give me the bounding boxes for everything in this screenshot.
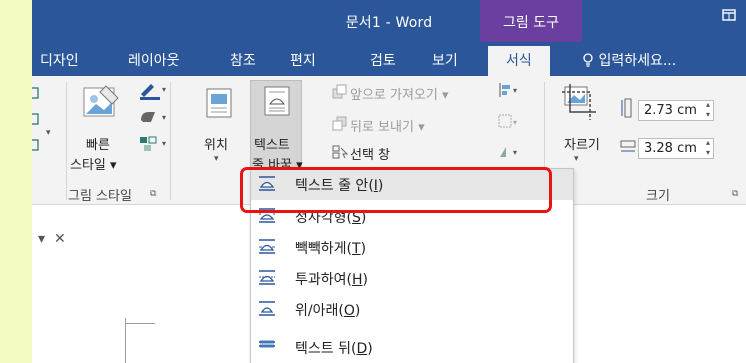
picture-layout-icon[interactable]: ▾ [138, 134, 168, 156]
align-icon[interactable]: ▾ [498, 82, 520, 102]
tab-view[interactable]: 보기 [432, 50, 458, 70]
restore-icon[interactable] [722, 9, 736, 25]
wrap-text-label-1: 텍스트 [254, 138, 290, 153]
picture-effects-icon[interactable]: ▾ [138, 108, 168, 130]
word-window: 문서1 - Word 그림 도구 디자인 레이아웃 참조 편지 검토 보기 서식… [32, 0, 746, 363]
spinner-arrows-icon[interactable]: ▴ ▾ [706, 100, 710, 120]
menu-item-behind-text[interactable]: 텍스트 뒤(D) [251, 332, 573, 363]
shape-height-input[interactable]: 2.73 cm ▴ ▾ [638, 100, 714, 121]
group-separator [66, 82, 67, 200]
bring-forward-label: 앞으로 가져오기 ▾ [350, 88, 449, 103]
behind-text-icon [258, 338, 276, 356]
quick-styles-label-1[interactable]: 빠른 [86, 134, 110, 153]
menu-item-label: 투과하여(H) [295, 272, 368, 288]
shape-width-value: 3.28 cm [644, 141, 697, 156]
menu-item-label: 텍스트 뒤(D) [295, 341, 373, 357]
picture-styles-group-label: 그림 스타일 [68, 189, 132, 204]
shape-height-icon [620, 98, 634, 122]
menu-item-tight[interactable]: 빽빽하게(T) [251, 232, 573, 263]
svg-text:▾: ▾ [513, 118, 517, 127]
picture-tools-context-header: 그림 도구 [480, 0, 582, 42]
document-title: 문서1 - Word [345, 15, 433, 31]
selection-pane-icon[interactable] [332, 144, 349, 164]
rotate-icon[interactable]: ▾ [498, 144, 520, 164]
shape-height-value: 2.73 cm [644, 103, 697, 118]
send-backward-icon [332, 116, 348, 136]
through-wrap-icon [258, 269, 276, 287]
tab-format[interactable]: 서식 [488, 46, 550, 76]
bring-forward-icon [332, 84, 348, 104]
page-margin-corner [125, 323, 155, 324]
menu-item-label: 위/아래(O) [295, 303, 361, 319]
selection-pane-label[interactable]: 선택 창 [350, 144, 390, 163]
menu-item-through[interactable]: 투과하여(H) [251, 263, 573, 294]
picture-effects-icons[interactable] [32, 86, 42, 164]
svg-text:▾: ▾ [513, 86, 517, 95]
group-objects-icon: ▾ [498, 114, 520, 134]
tell-me-text: 입력하세요... [598, 53, 677, 69]
position-label[interactable]: 위치 [204, 134, 228, 153]
top-bottom-wrap-icon [258, 300, 276, 318]
ribbon-tab-bar: 디자인 레이아웃 참조 편지 검토 보기 서식 입력하세요... [32, 42, 746, 76]
tab-review[interactable]: 검토 [370, 50, 396, 70]
spinner-arrows-icon[interactable]: ▴ ▾ [706, 138, 710, 158]
title-bar: 문서1 - Word 그림 도구 [32, 0, 746, 42]
chevron-down-icon[interactable]: ▾ [46, 128, 51, 138]
picture-border-icon[interactable]: ▾ [138, 80, 168, 104]
svg-text:▾: ▾ [162, 113, 166, 122]
tab-references[interactable]: 참조 [230, 50, 256, 70]
page-margin-corner [125, 318, 126, 363]
crop-icon[interactable] [562, 84, 596, 124]
chevron-down-icon[interactable]: ▾ [38, 231, 45, 247]
tell-me-box[interactable]: 입력하세요... [582, 50, 676, 70]
group-separator [170, 82, 171, 200]
wrap-text-icon [264, 86, 290, 120]
tab-design[interactable]: 디자인 [40, 50, 79, 70]
crop-label[interactable]: 자르기 [564, 134, 600, 153]
chevron-down-icon[interactable]: ▾ [214, 154, 219, 164]
dialog-launcher-icon[interactable]: ⧉ [150, 189, 156, 199]
tab-mailings[interactable]: 편지 [290, 50, 316, 70]
svg-text:▾: ▾ [513, 148, 517, 157]
shape-width-icon [620, 138, 636, 158]
svg-text:▾: ▾ [162, 139, 166, 148]
pane-controls[interactable]: ▾ ✕ [38, 231, 66, 247]
quick-styles-label-2[interactable]: 스타일 ▾ [70, 154, 117, 173]
send-backward-label: 뒤로 보내기 ▾ [350, 120, 425, 135]
picture-tools-label: 그림 도구 [503, 15, 559, 31]
quick-styles-icon[interactable] [82, 82, 122, 126]
size-group-label: 크기 [646, 189, 670, 204]
dialog-launcher-icon[interactable]: ⧉ [732, 189, 738, 199]
tight-wrap-icon [258, 238, 276, 256]
position-icon[interactable] [206, 88, 232, 122]
close-icon[interactable]: ✕ [54, 231, 66, 247]
lightbulb-icon [582, 53, 598, 69]
annotation-highlight-box [240, 167, 552, 213]
svg-text:▾: ▾ [162, 85, 166, 94]
menu-item-label: 빽빽하게(T) [295, 241, 367, 257]
shape-width-input[interactable]: 3.28 cm ▴ ▾ [638, 138, 714, 159]
menu-item-top-and-bottom[interactable]: 위/아래(O) [251, 294, 573, 325]
chevron-down-icon[interactable]: ▾ [574, 154, 579, 164]
tab-layout[interactable]: 레이아웃 [128, 50, 180, 70]
